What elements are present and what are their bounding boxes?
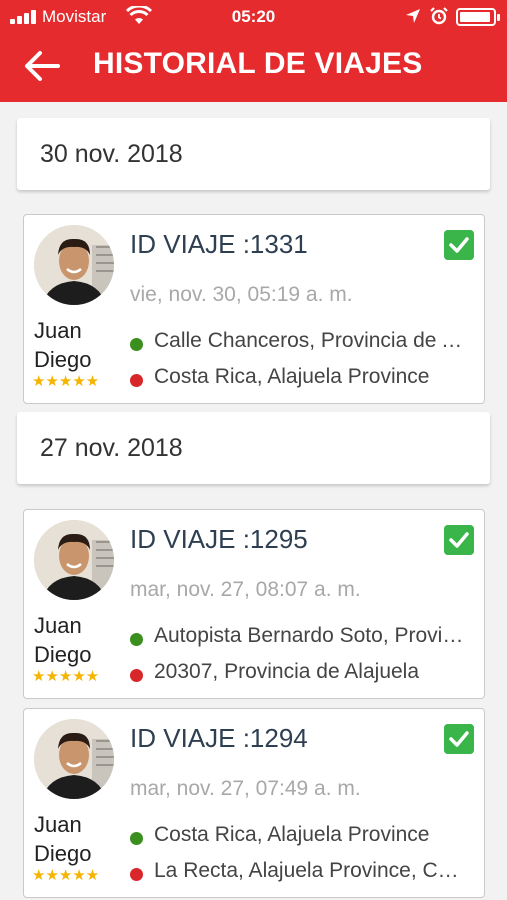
driver-name: Juan Diego — [34, 613, 92, 667]
destination-address: Costa Rica, Alajuela Province — [154, 365, 430, 388]
origin-dot-icon — [130, 832, 143, 845]
driver-avatar — [34, 520, 114, 600]
trip-id: ID VIAJE :1295 — [130, 524, 308, 554]
completed-check-icon — [444, 724, 474, 754]
driver-avatar — [34, 719, 114, 799]
battery-icon — [456, 8, 500, 26]
origin-row: Costa Rica, Alajuela Province — [130, 823, 468, 851]
alarm-clock-icon — [430, 7, 448, 25]
trip-id: ID VIAJE :1331 — [130, 229, 308, 259]
destination-row: Costa Rica, Alajuela Province — [130, 365, 468, 393]
trip-card[interactable]: Juan Diego ★★★★★ ID VIAJE :1295 mar, nov… — [23, 509, 485, 699]
date-header: 30 nov. 2018 — [17, 118, 490, 190]
page-title: HISTORIAL DE VIAJES — [93, 47, 423, 80]
origin-dot-icon — [130, 338, 143, 351]
origin-address: Costa Rica, Alajuela Province — [154, 823, 430, 846]
trip-datetime: mar, nov. 27, 08:07 a. m. — [130, 578, 361, 601]
location-arrow-icon — [406, 9, 420, 23]
trip-datetime: mar, nov. 27, 07:49 a. m. — [130, 777, 361, 800]
driver-avatar — [34, 225, 114, 305]
driver-name: Juan Diego — [34, 318, 92, 372]
trip-datetime: vie, nov. 30, 05:19 a. m. — [130, 283, 353, 306]
origin-dot-icon — [130, 633, 143, 646]
destination-dot-icon — [130, 868, 143, 881]
back-arrow-icon[interactable] — [22, 48, 62, 84]
trip-id: ID VIAJE :1294 — [130, 723, 308, 753]
driver-name: Juan Diego — [34, 812, 92, 866]
date-label: 30 nov. 2018 — [40, 140, 183, 168]
driver-rating: ★★★★★ — [32, 668, 100, 685]
status-bar: Movistar 05:20 — [0, 0, 507, 34]
app-header: Movistar 05:20 HISTORIAL DE VIAJES — [0, 0, 507, 102]
trip-card[interactable]: Juan Diego ★★★★★ ID VIAJE :1331 vie, nov… — [23, 214, 485, 404]
completed-check-icon — [444, 230, 474, 260]
destination-address: La Recta, Alajuela Province, Costa Rica — [154, 859, 464, 882]
destination-address: 20307, Provincia de Alajuela — [154, 660, 420, 683]
origin-address: Autopista Bernardo Soto, Provincia de Al… — [154, 624, 464, 647]
date-label: 27 nov. 2018 — [40, 434, 183, 462]
driver-rating: ★★★★★ — [32, 373, 100, 390]
origin-row: Autopista Bernardo Soto, Provincia de Al… — [130, 624, 468, 652]
origin-address: Calle Chanceros, Provincia de Alajuela — [154, 329, 464, 352]
completed-check-icon — [444, 525, 474, 555]
destination-dot-icon — [130, 669, 143, 682]
destination-row: La Recta, Alajuela Province, Costa Rica — [130, 859, 468, 887]
destination-row: 20307, Provincia de Alajuela — [130, 660, 468, 688]
date-header: 27 nov. 2018 — [17, 412, 490, 484]
origin-row: Calle Chanceros, Provincia de Alajuela — [130, 329, 468, 357]
destination-dot-icon — [130, 374, 143, 387]
trip-card[interactable]: Juan Diego ★★★★★ ID VIAJE :1294 mar, nov… — [23, 708, 485, 898]
driver-rating: ★★★★★ — [32, 867, 100, 884]
